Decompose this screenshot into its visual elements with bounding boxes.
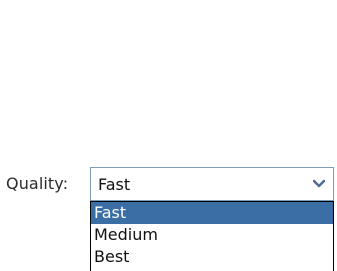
quality-options-list: Fast Medium Best (90, 201, 334, 271)
option-fast[interactable]: Fast (91, 202, 333, 224)
quality-select-value: Fast (98, 175, 131, 194)
option-best[interactable]: Best (91, 246, 333, 268)
quality-select[interactable]: Fast (90, 167, 334, 201)
option-medium[interactable]: Medium (91, 224, 333, 246)
chevron-down-icon[interactable] (305, 168, 333, 200)
quality-label: Quality: (6, 174, 69, 193)
